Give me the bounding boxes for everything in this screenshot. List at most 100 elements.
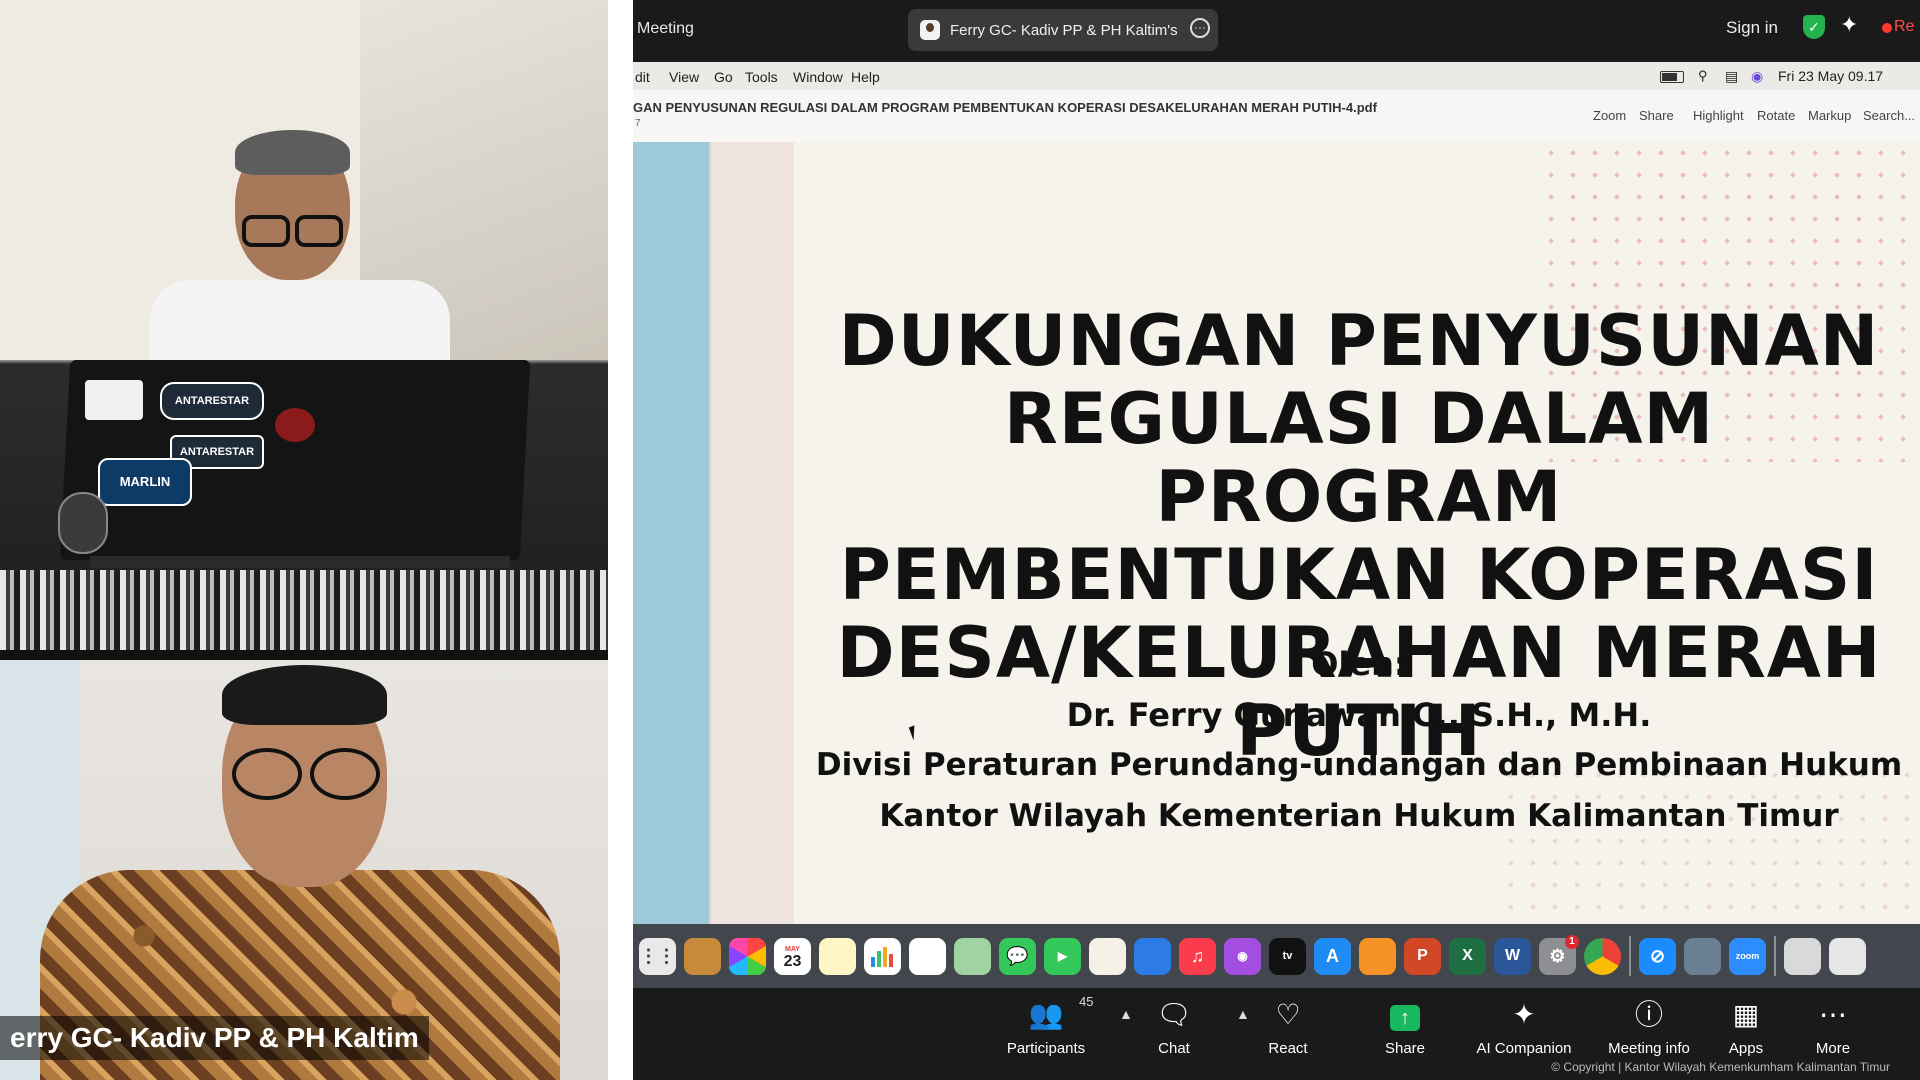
slide-title-line: PEMBENTUKAN KOPERASI <box>839 534 1879 616</box>
chrome-icon[interactable] <box>1584 937 1621 975</box>
control-center-icon[interactable]: ▤ <box>1725 68 1738 85</box>
copyright-watermark: © Copyright | Kantor Wilayah Kemenkumham… <box>1551 1060 1890 1074</box>
podcasts-icon[interactable]: ◉ <box>1224 937 1261 975</box>
more-dots-icon: ⋯ <box>1819 999 1847 1030</box>
menu-window[interactable]: Window <box>793 69 843 85</box>
sign-in-link[interactable]: Sign in <box>1726 18 1778 38</box>
chat-button[interactable]: 🗨 Chat <box>1119 998 1229 1057</box>
books-icon[interactable] <box>1359 937 1396 975</box>
battery-icon[interactable] <box>1660 71 1684 83</box>
avatar <box>920 20 940 40</box>
notification-badge: 1 <box>1565 934 1579 949</box>
tile-divider <box>0 650 608 660</box>
downloads-icon[interactable] <box>1784 937 1821 975</box>
powerpoint-icon[interactable]: P <box>1404 937 1441 975</box>
slide-oleh: Oleh: <box>1311 645 1407 683</box>
freeform-icon[interactable] <box>1089 937 1126 975</box>
mac-dock: ⋮⋮ MAY 23 💬 ▶ ♫ ◉ tv A P X W ⚙ 1 ⊘ zoom <box>633 924 1920 988</box>
menu-tools[interactable]: Tools <box>745 69 778 85</box>
video-tile-presenter-desk[interactable]: ANTARESTAR ANTARESTAR MARLIN <box>0 0 608 650</box>
document-title: GAN PENYUSUNAN REGULASI DALAM PROGRAM PE… <box>633 100 1377 115</box>
numbers-chart-icon[interactable] <box>864 937 901 975</box>
reminders-icon[interactable] <box>909 937 946 975</box>
rotate-button[interactable]: Rotate <box>1757 108 1795 123</box>
chat-label: Chat <box>1158 1040 1190 1057</box>
dock-separator <box>1774 936 1776 976</box>
video-tile-speaker[interactable]: erry GC- Kadiv PP & PH Kaltim <box>0 660 608 1080</box>
laptop-base <box>90 556 510 568</box>
notes-icon[interactable] <box>819 937 856 975</box>
heart-icon: ♡ <box>1275 999 1301 1030</box>
menu-go[interactable]: Go <box>714 69 733 85</box>
info-icon: ⓘ <box>1634 999 1663 1030</box>
keynote-icon[interactable] <box>1134 937 1171 975</box>
share-arrow-icon: ↑ <box>1350 998 1460 1034</box>
ai-spark-icon[interactable]: ✦ <box>1840 12 1858 38</box>
glasses-icon <box>295 215 343 247</box>
apple-tv-icon[interactable]: tv <box>1269 937 1306 975</box>
spotlight-search-icon[interactable]: ⚲ <box>1698 68 1708 84</box>
active-speaker-pill[interactable]: Ferry GC- Kadiv PP & PH Kaltim's ··· <box>908 9 1218 51</box>
slide-division: Divisi Peraturan Perundang-undangan dan … <box>815 747 1903 783</box>
glasses-icon <box>232 748 302 800</box>
app-store-icon[interactable]: A <box>1314 937 1351 975</box>
panel-gutter <box>608 0 633 1080</box>
slide-blue-band <box>633 142 709 924</box>
launchpad-icon[interactable]: ⋮⋮ <box>639 937 676 975</box>
flag-sticker-icon <box>85 380 143 420</box>
calendar-icon[interactable]: MAY 23 <box>774 937 811 975</box>
more-button[interactable]: ⋯ More <box>1798 998 1868 1057</box>
page-indicator: 7 <box>635 118 641 129</box>
system-settings-icon[interactable]: ⚙ 1 <box>1539 934 1579 975</box>
trash-icon[interactable] <box>1829 937 1866 975</box>
messages-icon[interactable]: 💬 <box>999 937 1036 975</box>
recording-label[interactable]: Re <box>1894 18 1914 36</box>
zoom-button[interactable]: Zoom <box>1593 108 1626 123</box>
zoom-app-icon[interactable]: zoom <box>1729 937 1766 975</box>
share-doc-button[interactable]: Share <box>1639 108 1674 123</box>
recording-dot-icon <box>1882 23 1892 33</box>
photos-icon[interactable] <box>729 937 766 975</box>
sticker-logo: MARLIN <box>98 458 192 506</box>
ai-companion-label: AI Companion <box>1476 1040 1572 1057</box>
ai-companion-button[interactable]: ✦ AI Companion <box>1469 998 1579 1057</box>
zoom-control-bar: 👥 Participants 45 ▲ 🗨 Chat ▲ ♡ React ↑ S… <box>633 988 1920 1080</box>
slide-pink-band <box>709 142 794 924</box>
facetime-icon[interactable]: ▶ <box>1044 937 1081 975</box>
excel-icon[interactable]: X <box>1449 937 1486 975</box>
markup-button[interactable]: Markup <box>1808 108 1851 123</box>
participant-name-label: erry GC- Kadiv PP & PH Kaltim <box>0 1016 429 1060</box>
apps-button[interactable]: ▦ Apps <box>1691 998 1801 1057</box>
share-screen-button[interactable]: ↑ Share <box>1350 998 1460 1057</box>
more-label: More <box>1815 1040 1851 1057</box>
music-icon[interactable]: ♫ <box>1179 937 1216 975</box>
meeting-info-label: Meeting info <box>1608 1040 1690 1057</box>
menu-view[interactable]: View <box>669 69 699 85</box>
slide-author: Dr. Ferry Gunawan C., S.H., M.H. <box>1066 696 1652 734</box>
contacts-icon[interactable] <box>684 937 721 975</box>
security-shield-icon[interactable]: ✓ <box>1803 15 1825 39</box>
ai-sparkle-icon: ✦ <box>1512 999 1536 1030</box>
preview-app-icon[interactable] <box>1684 937 1721 975</box>
search-field[interactable]: Search... <box>1863 108 1915 123</box>
react-button[interactable]: ♡ React <box>1233 998 1343 1057</box>
meeting-info-button[interactable]: ⓘ Meeting info <box>1594 998 1704 1057</box>
presentation-slide: DUKUNGAN PENYUSUNAN REGULASI DALAM PROGR… <box>633 142 1920 924</box>
person-hair <box>222 665 387 725</box>
safari-icon[interactable]: ⊘ <box>1639 937 1676 975</box>
sticker-logo: ANTARESTAR <box>160 382 264 420</box>
menubar-datetime[interactable]: Fri 23 May 09.17 <box>1778 68 1883 84</box>
apps-grid-icon: ▦ <box>1732 999 1760 1030</box>
more-options-icon[interactable]: ··· <box>1190 18 1210 38</box>
chat-icon: 🗨 <box>1156 999 1192 1030</box>
word-icon[interactable]: W <box>1494 937 1531 975</box>
dragon-logo-icon <box>275 408 315 442</box>
menu-edit[interactable]: dit <box>635 69 650 85</box>
siri-icon[interactable]: ◉ <box>1751 68 1763 85</box>
highlight-button[interactable]: Highlight <box>1693 108 1744 123</box>
computer-mouse <box>58 492 108 554</box>
maps-icon[interactable] <box>954 937 991 975</box>
person-hair <box>235 130 350 175</box>
glasses-icon <box>242 215 290 247</box>
menu-help[interactable]: Help <box>851 69 880 85</box>
